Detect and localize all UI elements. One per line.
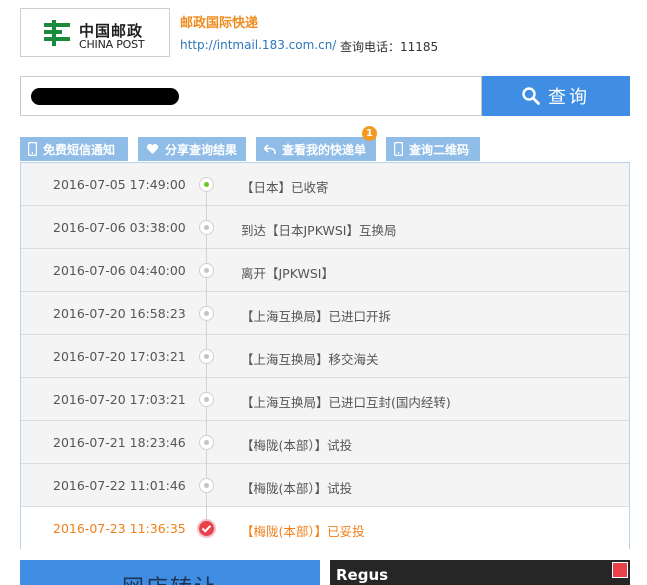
phone-icon	[394, 142, 403, 156]
tracking-time: 2016-07-05 17:49:00	[53, 177, 186, 192]
tracking-time: 2016-07-06 03:38:00	[53, 220, 186, 235]
tracking-description: 离开【JPKWSI】	[241, 266, 334, 281]
tracking-description: 【梅陇(本部）】试投	[241, 438, 353, 453]
ad-left-text: 网店转让	[122, 570, 218, 585]
redacted-tracking-number	[31, 88, 179, 105]
tracking-time: 2016-07-23 11:36:35	[53, 521, 186, 536]
delivered-check-icon	[197, 519, 216, 538]
tracking-time: 2016-07-22 11:01:46	[53, 478, 186, 493]
tracking-time: 2016-07-06 04:40:00	[53, 263, 186, 278]
tab-label: 查询二维码	[409, 142, 470, 157]
tracking-row: 2016-07-21 18:23:46 【梅陇(本部）】试投	[21, 421, 629, 464]
tracking-time: 2016-07-20 17:03:21	[53, 349, 186, 364]
tab-label: 分享查询结果	[165, 142, 238, 157]
tab-my-parcels[interactable]: 查看我的快递单	[256, 137, 376, 161]
reply-arrow-icon	[264, 143, 276, 154]
search-icon	[522, 87, 540, 105]
timeline-dot-icon	[199, 435, 214, 450]
notification-badge: 1	[362, 126, 377, 141]
tracking-row: 2016-07-20 16:58:23 【上海互换局】已进口开拆	[21, 292, 629, 335]
search-button[interactable]: 查询	[482, 76, 630, 116]
china-post-logo[interactable]: 中国邮政 CHINA POST	[20, 8, 170, 57]
tracking-row: 2016-07-06 04:40:00 离开【JPKWSI】	[21, 249, 629, 292]
tracking-description: 【梅陇(本部）】试投	[241, 481, 353, 496]
tracking-description: 【日本】已收寄	[241, 180, 329, 195]
tab-label: 免费短信通知	[43, 142, 116, 157]
tab-qr-code[interactable]: 查询二维码	[386, 137, 480, 161]
timeline-dot-icon	[199, 392, 214, 407]
tracking-description: 【上海互换局】已进口互封(国内经转)	[241, 395, 451, 410]
phone-icon	[28, 142, 37, 156]
phone-label: 查询电话：11185	[340, 40, 439, 54]
search-button-label: 查询	[548, 87, 590, 108]
timeline-dot-icon	[199, 349, 214, 364]
tracking-time: 2016-07-20 16:58:23	[53, 306, 186, 321]
timeline-dot-icon	[199, 220, 214, 235]
tracking-row: 2016-07-05 17:49:00 【日本】已收寄	[21, 163, 629, 206]
tab-share-result[interactable]: 分享查询结果	[138, 137, 246, 161]
timeline-dot-icon	[199, 306, 214, 321]
ad-banner-right[interactable]: Regus	[330, 560, 630, 585]
tracking-description: 到达【日本JPKWSI】互换局	[241, 223, 397, 238]
timeline-dot-icon	[199, 263, 214, 278]
tracking-description: 【梅陇(本部）】已妥投	[241, 524, 365, 539]
site-url-link[interactable]: http://intmail.183.com.cn/	[180, 38, 336, 52]
tab-label: 查看我的快递单	[282, 142, 367, 157]
site-name: 邮政国际快递	[180, 16, 259, 31]
tracking-timeline: 2016-07-05 17:49:00 【日本】已收寄 2016-07-06 0…	[20, 162, 630, 550]
tracking-time: 2016-07-20 17:03:21	[53, 392, 186, 407]
tracking-description: 【上海互换局】已进口开拆	[241, 309, 392, 324]
china-post-emblem-icon	[44, 20, 70, 46]
tracking-row: 2016-07-20 17:03:21 【上海互换局】已进口互封(国内经转)	[21, 378, 629, 421]
ad-close-icon[interactable]	[612, 562, 628, 578]
timeline-dot-active-icon	[199, 177, 214, 192]
logo-english-text: CHINA POST	[79, 38, 145, 51]
tracking-row: 2016-07-06 03:38:00 到达【日本JPKWSI】互换局	[21, 206, 629, 249]
tracking-row-latest: 2016-07-23 11:36:35 【梅陇(本部）】已妥投	[21, 507, 629, 550]
tracking-time: 2016-07-21 18:23:46	[53, 435, 186, 450]
tracking-row: 2016-07-20 17:03:21 【上海互换局】移交海关	[21, 335, 629, 378]
tab-free-sms[interactable]: 免费短信通知	[20, 137, 128, 161]
heart-icon	[146, 143, 159, 154]
tracking-number-input[interactable]	[20, 76, 482, 116]
tracking-description: 【上海互换局】移交海关	[241, 352, 379, 367]
tracking-row: 2016-07-22 11:01:46 【梅陇(本部）】试投	[21, 464, 629, 507]
timeline-dot-icon	[199, 478, 214, 493]
ad-right-text: Regus	[336, 566, 389, 584]
ad-banner-left[interactable]: 网店转让	[20, 560, 320, 585]
